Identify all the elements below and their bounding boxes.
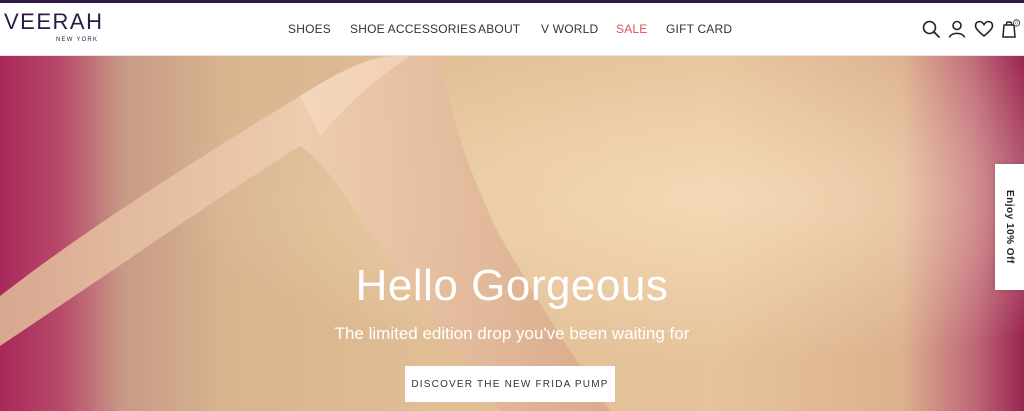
site-header: VEERAH NEW YORK SHOES SHOE ACCESSORIES A…	[0, 3, 1024, 56]
nav-item-sale[interactable]: SALE	[616, 22, 648, 36]
hero-arm-image	[0, 56, 610, 411]
hero-banner: Hello Gorgeous The limited edition drop …	[0, 56, 1024, 411]
discover-frida-pump-button[interactable]: DISCOVER THE NEW FRIDA PUMP	[405, 366, 615, 402]
nav-item-gift-card[interactable]: GIFT CARD	[666, 22, 732, 36]
promo-label: Enjoy 10% Off	[1004, 190, 1015, 264]
hero-title: Hello Gorgeous	[355, 261, 669, 310]
nav-item-shoe-accessories[interactable]: SHOE ACCESSORIES	[350, 22, 477, 36]
nav-item-about[interactable]: ABOUT	[478, 22, 520, 36]
discount-promo-tab[interactable]: Enjoy 10% Off	[995, 164, 1024, 290]
main-nav: SHOES SHOE ACCESSORIES ABOUT V WORLD SAL…	[0, 22, 1024, 38]
heart-icon[interactable]	[974, 19, 994, 39]
account-icon[interactable]	[947, 19, 967, 39]
search-icon[interactable]	[921, 19, 941, 39]
cart-icon[interactable]: 0	[1000, 19, 1020, 39]
nav-item-shoes[interactable]: SHOES	[288, 22, 331, 36]
nav-item-v-world[interactable]: V WORLD	[541, 22, 598, 36]
hero-subtitle: The limited edition drop you've been wai…	[334, 324, 690, 343]
